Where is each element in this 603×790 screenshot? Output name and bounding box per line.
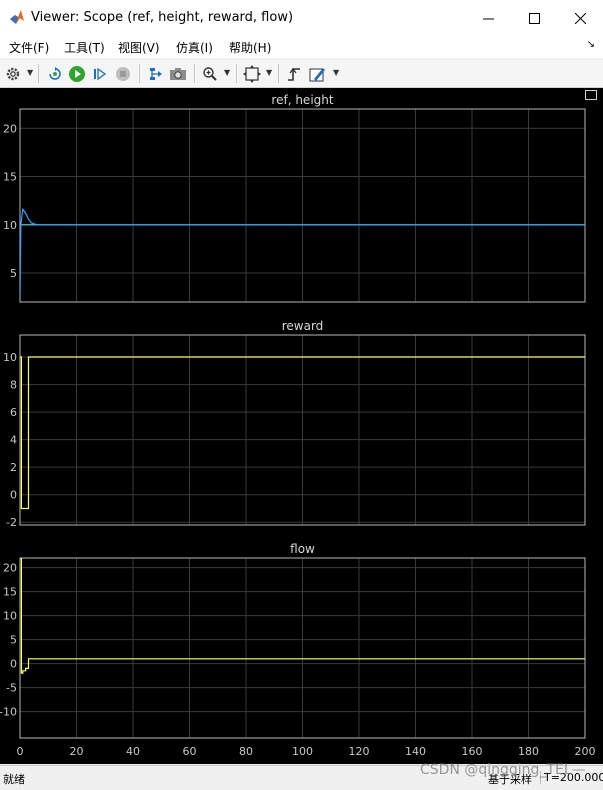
settings-button[interactable] (3, 64, 23, 84)
undock-icon[interactable] (585, 90, 597, 100)
matlab-icon (10, 10, 24, 24)
menu-view[interactable]: 视图(V) (118, 39, 160, 56)
style-dropdown-icon[interactable]: ▼ (333, 68, 339, 77)
y-tick-label: 10 (3, 610, 17, 623)
close-icon (574, 12, 586, 24)
minimize-icon (482, 18, 494, 19)
snapshot-icon (170, 68, 186, 80)
y-tick-label: 8 (10, 379, 17, 392)
zoom-in-icon (203, 67, 217, 81)
arrow-corner-icon[interactable]: ↘ (587, 39, 595, 50)
maximize-button[interactable] (511, 0, 557, 36)
status-ready: 就绪 (3, 773, 25, 786)
y-tick-label: -10 (0, 706, 17, 719)
menu-bar: 文件(F) 工具(T) 视图(V) 仿真(I) 帮助(H) ↘ (0, 36, 603, 58)
toolbar: ▼ ▼ ▼ ▼ (0, 60, 603, 88)
y-tick-label: 4 (10, 434, 17, 447)
toolbar-separator (236, 64, 237, 83)
y-tick-label: 15 (3, 171, 17, 184)
style-icon (309, 68, 325, 82)
menu-simulation[interactable]: 仿真(I) (176, 39, 213, 56)
y-tick-label: -5 (6, 682, 17, 695)
title-bar[interactable]: Viewer: Scope (ref, height, reward, flow… (0, 0, 603, 36)
step-forward-icon (94, 67, 107, 81)
snapshot-button[interactable] (168, 64, 188, 84)
toolbar-separator (139, 64, 140, 83)
x-tick-label: 60 (183, 745, 197, 758)
trigger-button[interactable] (284, 64, 304, 84)
close-button[interactable] (557, 0, 603, 36)
style-button[interactable] (308, 64, 328, 84)
toolbar-separator (194, 64, 195, 83)
step-forward-button[interactable] (90, 64, 110, 84)
plot-title: flow (290, 542, 315, 556)
window-title: Viewer: Scope (ref, height, reward, flow… (31, 10, 294, 25)
scope-plots: ref, height 5 10 15 20 reward -2 0 2 4 6 8 10 flow -10… (0, 93, 596, 758)
step-back-icon (49, 67, 61, 80)
y-tick-label: 20 (3, 122, 17, 135)
x-tick-label: 200 (575, 745, 596, 758)
stop-icon (116, 67, 130, 81)
x-tick-label: 20 (70, 745, 84, 758)
y-tick-label: 15 (3, 586, 17, 599)
stop-button[interactable] (113, 64, 133, 84)
step-back-button[interactable] (45, 64, 65, 84)
y-tick-label: 6 (10, 406, 17, 419)
y-tick-label: 20 (3, 562, 17, 575)
zoom-dropdown-icon[interactable]: ▼ (224, 68, 230, 77)
minimize-button[interactable] (465, 0, 511, 36)
plot-title: reward (282, 319, 324, 333)
scope-plot-area: ref, height 5 10 15 20 reward -2 0 2 4 6 8 10 flow -10… (0, 88, 603, 764)
zoom-in-button[interactable] (200, 64, 220, 84)
toolbar-separator (278, 64, 279, 83)
y-tick-label: 0 (10, 489, 17, 502)
fit-axes-button[interactable] (242, 64, 262, 84)
x-tick-label: 160 (462, 745, 483, 758)
y-tick-label: 10 (3, 351, 17, 364)
trigger-icon (288, 67, 300, 81)
x-tick-label: 100 (292, 745, 313, 758)
x-tick-label: 80 (239, 745, 253, 758)
menu-file[interactable]: 文件(F) (9, 39, 49, 56)
plot-title: ref, height (271, 93, 333, 107)
menu-help[interactable]: 帮助(H) (229, 39, 271, 56)
x-tick-label: 0 (17, 745, 24, 758)
y-tick-label: 0 (10, 658, 17, 671)
y-tick-label: 5 (10, 634, 17, 647)
watermark: CSDN @qingqing_TEL— (420, 762, 586, 778)
y-tick-label: -2 (6, 516, 17, 529)
maximize-icon (528, 12, 540, 24)
gear-icon (6, 67, 20, 81)
x-tick-label: 40 (126, 745, 140, 758)
highlight-icon (150, 68, 162, 80)
settings-dropdown-icon[interactable]: ▼ (27, 68, 33, 77)
y-tick-label: 5 (10, 267, 17, 280)
fit-dropdown-icon[interactable]: ▼ (266, 68, 272, 77)
x-tick-label: 140 (405, 745, 426, 758)
x-tick-label: 180 (518, 745, 539, 758)
y-tick-label: 2 (10, 461, 17, 474)
run-icon (69, 66, 85, 82)
menu-tools[interactable]: 工具(T) (64, 39, 105, 56)
highlight-button[interactable] (146, 64, 166, 84)
run-button[interactable] (67, 64, 87, 84)
fit-axes-icon (243, 65, 261, 83)
y-tick-label: 10 (3, 219, 17, 232)
toolbar-separator (38, 64, 39, 83)
x-tick-label: 120 (349, 745, 370, 758)
